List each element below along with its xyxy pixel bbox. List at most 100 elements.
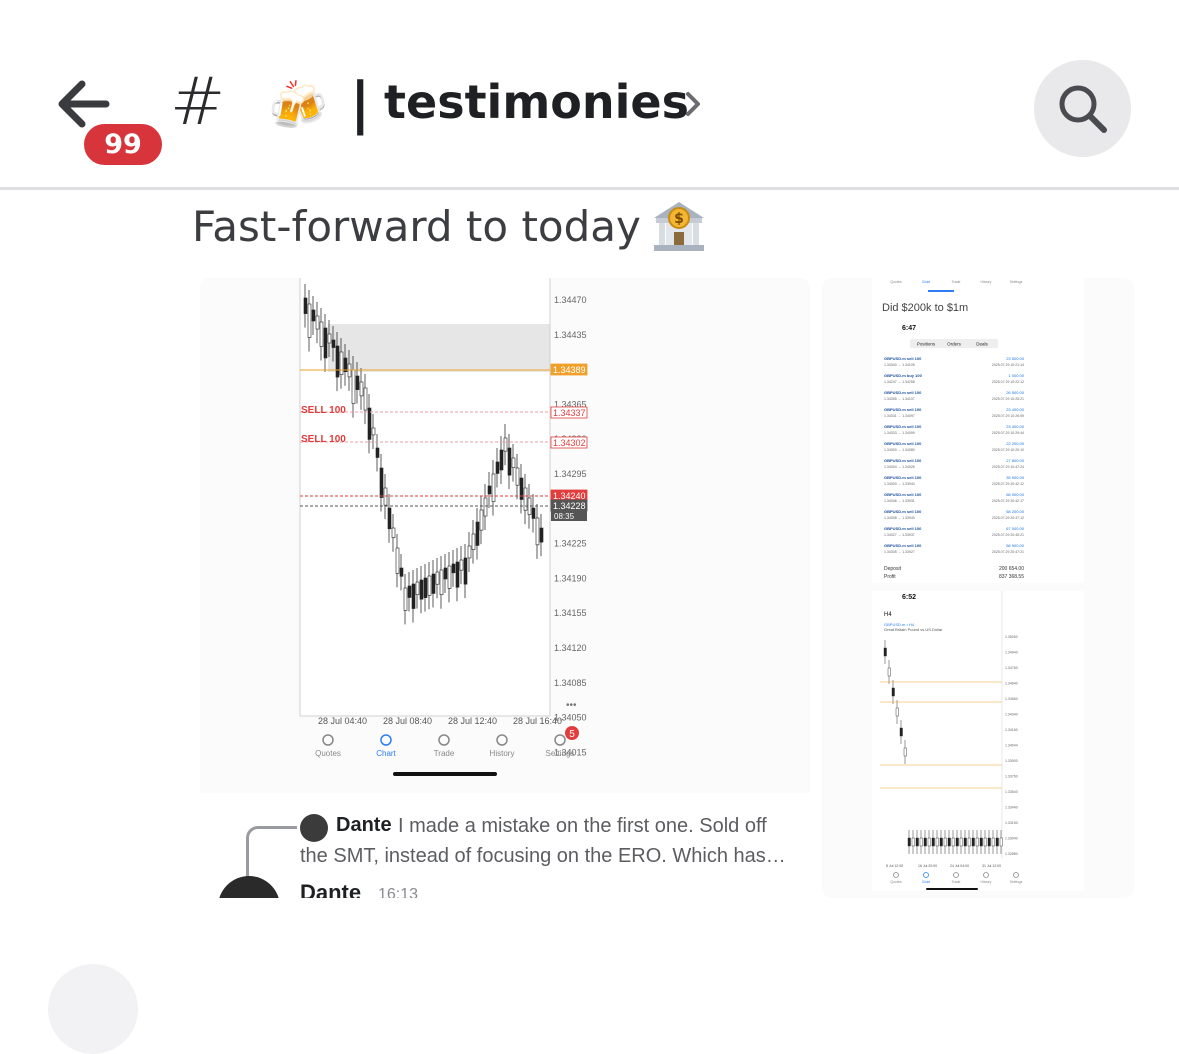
candle: [491, 473, 496, 502]
candle: [975, 837, 979, 847]
nav-history[interactable]: History: [490, 749, 515, 758]
price-label: 1.33760: [1005, 775, 1018, 779]
top-tab-quotes[interactable]: Quotes: [890, 280, 902, 284]
top-tab-trade[interactable]: Trade: [951, 280, 960, 284]
price-label: 1.35050: [1005, 635, 1018, 639]
deal-prices: 1.34305 → 1.33927: [884, 550, 915, 554]
candle: [971, 837, 975, 847]
deal-symbol[interactable]: GBPUSD.m sell 100: [884, 356, 922, 361]
deal-symbol[interactable]: GBPUSD.m sell 100: [884, 492, 922, 497]
nav-trade[interactable]: Trade: [434, 749, 455, 758]
candle: [319, 321, 324, 347]
deal-symbol[interactable]: GBPUSD.m sell 100: [884, 441, 922, 446]
deal-date: 2025.07.29 10:21:14: [992, 363, 1024, 367]
candle: [987, 837, 991, 847]
candle: [923, 837, 927, 847]
deal-prices: 1.34331 → 1.34097: [884, 414, 915, 418]
candle: [495, 461, 500, 474]
candle: [303, 297, 308, 314]
chart-screenshot-left[interactable]: 1.344701.344351.344001.343651.343301.342…: [200, 278, 810, 898]
candle: [315, 315, 320, 330]
deal-date: 2025.07.29 20:45:21: [992, 533, 1024, 537]
reply-author[interactable]: Dante: [336, 814, 392, 837]
search-button[interactable]: [1034, 60, 1131, 157]
deal-profit: 1 000.00: [1008, 373, 1024, 378]
candle: [379, 467, 384, 498]
deal-date: 2025.07.29 10:29:44: [992, 431, 1024, 435]
deal-symbol[interactable]: GBPUSD.m sell 100: [884, 458, 922, 463]
candle: [339, 351, 344, 376]
deal-symbol[interactable]: GBPUSD.m sell 100: [884, 407, 922, 412]
price-label: 1.34044: [1005, 744, 1018, 748]
top-tab-chart[interactable]: Chart: [922, 280, 931, 284]
candle: [375, 447, 380, 458]
candle: [419, 579, 424, 600]
candle: [907, 837, 911, 847]
nav-chart[interactable]: Chart: [922, 880, 931, 884]
deal-symbol[interactable]: GBPUSD.m sell 100: [884, 526, 922, 531]
channel-header: 99 # 🍻 | testimonies: [0, 0, 1179, 188]
candle: [383, 487, 388, 506]
candle: [435, 571, 440, 585]
candle: [903, 747, 907, 757]
candle: [323, 327, 328, 359]
deal-symbol[interactable]: GBPUSD.m buy 100: [884, 373, 923, 378]
tab-deals[interactable]: Deals: [976, 342, 988, 347]
date-label: 8 Jul 12:00: [886, 864, 903, 868]
left-chart-svg: 1.344701.344351.344001.343651.343301.342…: [200, 278, 810, 898]
nav-settings[interactable]: Settings: [1010, 880, 1023, 884]
deal-symbol[interactable]: GBPUSD.m sell 100: [884, 390, 922, 395]
date-label: 28 Jul 04:40: [318, 716, 367, 726]
candle: [395, 547, 400, 574]
reply-preview-line1[interactable]: I made a mistake on the first one. Sold …: [398, 815, 767, 838]
deal-symbol[interactable]: GBPUSD.m sell 100: [884, 509, 922, 514]
deal-symbol[interactable]: GBPUSD.m sell 100: [884, 424, 922, 429]
composer-button[interactable]: [48, 964, 138, 1054]
chevron-right-icon[interactable]: [682, 84, 706, 124]
svg-text:$: $: [674, 211, 684, 227]
nav-trade[interactable]: Trade: [951, 880, 960, 884]
candle: [407, 585, 412, 598]
deal-symbol[interactable]: GBPUSD.m sell 100: [884, 475, 922, 480]
candle: [363, 387, 368, 411]
reply-preview-line2[interactable]: the SMT, instead of focusing on the ERO.…: [300, 845, 786, 868]
deal-profit: 22 200.00: [1006, 441, 1025, 446]
candle: [427, 575, 432, 596]
reply-connector: [246, 826, 297, 879]
reply-avatar[interactable]: [300, 814, 328, 842]
chart-screenshot-right[interactable]: Quotes Chart Trade History Settings Did $200…: [822, 278, 1134, 898]
nav-quotes[interactable]: Quotes: [315, 749, 341, 758]
channel-title[interactable]: testimonies: [384, 72, 689, 132]
nav-history[interactable]: History: [981, 880, 992, 884]
candle: [531, 507, 536, 519]
price-label: 1.33150: [1005, 821, 1018, 825]
price-label: 1.33440: [1005, 806, 1018, 810]
price-label: 1.32880: [1005, 852, 1018, 856]
deal-date: 2025.07.29 10:29:10: [992, 448, 1024, 452]
date-label: 28 Jul 08:40: [383, 716, 432, 726]
nav-settings[interactable]: Settings: [546, 749, 575, 758]
price-tag: 1.34389: [553, 365, 586, 375]
deal-prices: 1.34300 → 1.33944: [884, 482, 915, 486]
chart-more-icon[interactable]: •••: [566, 700, 577, 711]
deal-profit: 68 200.00: [1006, 509, 1025, 514]
candle: [467, 545, 472, 559]
top-tab-history[interactable]: History: [981, 280, 992, 284]
tab-positions[interactable]: Positions: [917, 342, 936, 347]
tab-orders[interactable]: Orders: [947, 342, 962, 347]
candle: [539, 527, 544, 543]
candle: [479, 509, 484, 531]
nav-quotes[interactable]: Quotes: [890, 880, 902, 884]
sell-marker-2: SELL 100: [301, 434, 346, 445]
candle: [899, 727, 903, 737]
top-tab-settings[interactable]: Settings: [1010, 280, 1023, 284]
candle: [911, 837, 915, 847]
channel-hash-icon: #: [170, 63, 226, 140]
candle: [439, 569, 444, 595]
deal-symbol[interactable]: GBPUSD.m sell 100: [884, 543, 922, 548]
deal-date: 2025.07.29 10:22:12: [992, 380, 1024, 384]
deal-prices: 1.34300 → 1.34080: [884, 448, 915, 452]
candle: [935, 837, 939, 847]
nav-chart[interactable]: Chart: [376, 749, 396, 758]
candle: [399, 567, 404, 577]
